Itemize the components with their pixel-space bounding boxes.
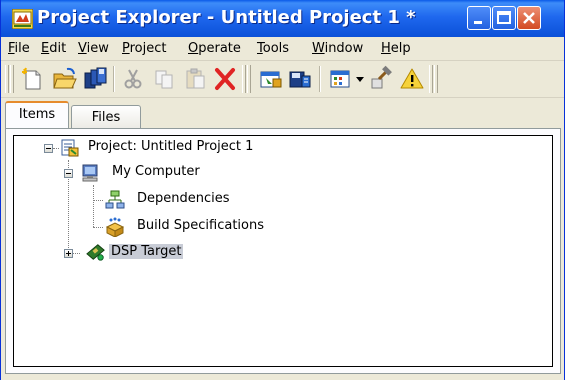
toolbar-grip[interactable]: [242, 65, 246, 93]
project-explorer-window: Project Explorer - Untitled Project 1 * …: [0, 0, 565, 380]
dependencies-icon: [105, 190, 125, 209]
tree-connector: [53, 148, 59, 150]
new-icon: [22, 67, 41, 90]
save-all-button[interactable]: [81, 65, 109, 93]
tree-node-build-specifications[interactable]: Build Specifications: [137, 218, 264, 233]
tools-button[interactable]: [367, 65, 395, 93]
add-vi-icon: [260, 71, 282, 88]
view-dropdown-arrow[interactable]: [353, 65, 367, 93]
tab-items[interactable]: Items: [5, 101, 69, 128]
paste-button[interactable]: [182, 65, 210, 93]
warning-icon: [400, 68, 424, 89]
build-specifications-icon: [105, 217, 125, 237]
tab-strip: Items Files: [1, 98, 564, 128]
toolbar: [1, 61, 564, 98]
toolbar-grip[interactable]: [429, 65, 433, 93]
tree-node-dsp-target[interactable]: DSP Target: [109, 244, 184, 259]
toolbar-grip[interactable]: [434, 65, 438, 93]
menu-project[interactable]: Project: [122, 41, 167, 56]
maximize-icon: [497, 11, 511, 24]
toolbar-separator: [113, 66, 115, 92]
menu-edit[interactable]: Edit: [41, 41, 66, 56]
copy-button[interactable]: [150, 65, 178, 93]
expand-toggle[interactable]: [64, 169, 73, 178]
add-vi-button[interactable]: [257, 65, 285, 93]
copy-icon: [155, 70, 173, 89]
open-folder-icon: [53, 67, 77, 89]
expand-toggle[interactable]: [64, 249, 73, 258]
minimize-button[interactable]: [467, 6, 491, 30]
project-tree[interactable]: Project: Untitled Project 1 My Computer …: [13, 135, 553, 367]
cut-button[interactable]: [119, 65, 147, 93]
computer-icon: [82, 164, 98, 182]
tree-connector: [93, 227, 103, 229]
cut-icon: [124, 69, 142, 89]
build-button[interactable]: [286, 65, 314, 93]
tree-node-my-computer[interactable]: My Computer: [112, 164, 200, 179]
tree-connector: [93, 185, 95, 227]
menu-help[interactable]: Help: [381, 41, 411, 56]
tree-node-project[interactable]: Project: Untitled Project 1: [88, 139, 253, 154]
title-bar[interactable]: Project Explorer - Untitled Project 1 *: [1, 0, 564, 37]
tree-connector: [73, 253, 80, 255]
tree-node-dependencies[interactable]: Dependencies: [137, 191, 230, 206]
toolbar-separator: [319, 66, 321, 92]
toolbar-grip[interactable]: [247, 65, 251, 93]
menu-view[interactable]: View: [78, 41, 109, 56]
chevron-down-icon: [356, 77, 364, 82]
warnings-button[interactable]: [398, 65, 426, 93]
close-icon: [523, 12, 535, 24]
paste-icon: [186, 68, 205, 89]
save-all-icon: [84, 67, 107, 89]
toolbar-grip[interactable]: [5, 65, 9, 93]
window-title: Project Explorer - Untitled Project 1 *: [37, 7, 416, 28]
build-icon: [289, 71, 311, 88]
expand-toggle[interactable]: [44, 144, 53, 153]
items-panel: Project: Untitled Project 1 My Computer …: [5, 128, 561, 374]
menu-tools[interactable]: Tools: [257, 41, 289, 56]
hammer-icon: [371, 65, 392, 89]
tab-files[interactable]: Files: [71, 105, 141, 128]
open-button[interactable]: [51, 65, 79, 93]
toolbar-grip[interactable]: [10, 65, 14, 93]
view-button[interactable]: [328, 65, 356, 93]
minimize-icon: [474, 21, 482, 24]
tree-connector: [93, 200, 103, 202]
menu-file[interactable]: File: [8, 41, 30, 56]
maximize-button[interactable]: [492, 6, 516, 30]
menu-window[interactable]: Window: [312, 41, 363, 56]
new-button[interactable]: [19, 65, 47, 93]
delete-icon: [215, 68, 235, 90]
project-icon: [61, 139, 79, 157]
labview-project-icon: [12, 9, 33, 29]
delete-button[interactable]: [211, 65, 239, 93]
menu-bar: File Edit View Project Operate Tools Win…: [1, 37, 564, 61]
view-dropdown-icon: [330, 70, 350, 88]
menu-operate[interactable]: Operate: [188, 41, 241, 56]
close-button[interactable]: [517, 6, 541, 30]
dsp-target-icon: [86, 244, 105, 261]
